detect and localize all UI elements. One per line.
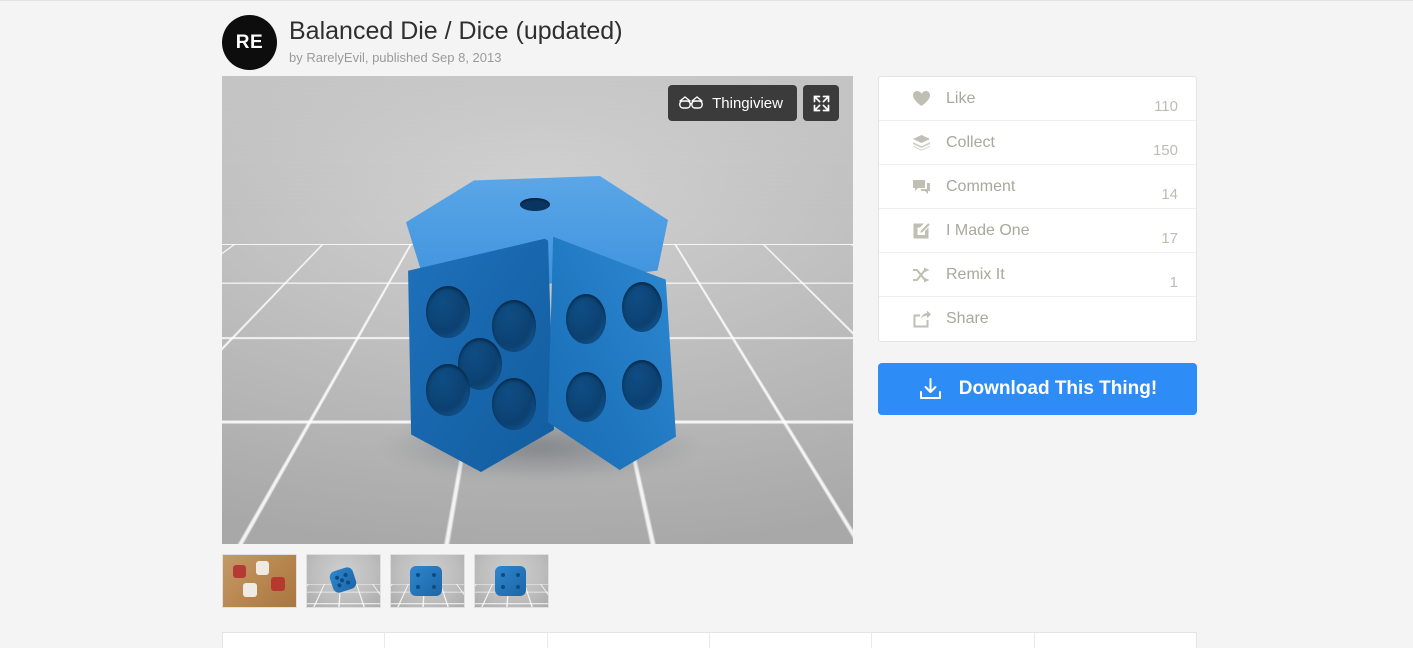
page-header: RE Balanced Die / Dice (updated) by Rare…: [222, 15, 623, 70]
avatar[interactable]: RE: [222, 15, 277, 70]
thumbnail-strip: [222, 554, 549, 608]
action-count: 14: [1161, 186, 1178, 203]
actions-card: Like 110 Collect 150 Comment 14 I Made O…: [878, 76, 1197, 342]
comment-icon: [620, 643, 636, 648]
thumbnail-printed-dice-wood[interactable]: [222, 554, 297, 608]
action-row-remix-it[interactable]: Remix It 1: [879, 253, 1196, 297]
document-icon: [291, 643, 317, 648]
comment-bubble-icon: [910, 178, 932, 195]
action-count: 150: [1152, 142, 1178, 159]
content-tab-bar: [222, 632, 1197, 648]
thing-page: RE Balanced Die / Dice (updated) by Rare…: [222, 0, 1197, 648]
thumbnail-die-tilted[interactable]: [306, 554, 381, 608]
remix-icon: [942, 643, 964, 648]
heart-icon: [910, 90, 932, 107]
die-model: [370, 176, 700, 486]
action-count: 110: [1154, 98, 1178, 115]
action-row-i-made-one[interactable]: I Made One 17: [879, 209, 1196, 253]
fullscreen-button[interactable]: [803, 85, 839, 121]
action-label: Collect: [946, 133, 995, 151]
title-block: Balanced Die / Dice (updated) by RarelyE…: [289, 15, 623, 67]
viewer-controls: Thingiview: [668, 85, 839, 121]
action-row-like[interactable]: Like 110: [879, 77, 1196, 121]
tab-thing-details[interactable]: [223, 633, 386, 648]
pencil-box-icon: [910, 222, 932, 240]
die-top-hole: [520, 198, 550, 211]
download-tray-icon: [919, 377, 941, 399]
shuffle-icon: [910, 267, 932, 283]
action-count: 17: [1161, 230, 1178, 247]
collect-layers-icon: [910, 134, 932, 151]
3d-glasses-icon: [679, 96, 704, 109]
action-row-share[interactable]: Share: [879, 297, 1196, 341]
tab-apps[interactable]: [1035, 633, 1196, 648]
thumbnail-die-angled[interactable]: [474, 554, 549, 608]
download-button[interactable]: Download This Thing!: [878, 363, 1197, 415]
thumbnail-die-front[interactable]: [390, 554, 465, 608]
action-row-comment[interactable]: Comment 14: [879, 165, 1196, 209]
sidebar: Like 110 Collect 150 Comment 14 I Made O…: [878, 76, 1197, 415]
action-label: I Made One: [946, 221, 1030, 239]
camera-icon: [782, 643, 800, 648]
thingiview-label: Thingiview: [712, 94, 783, 112]
action-count: 1: [1169, 274, 1178, 291]
action-label: Comment: [946, 177, 1016, 195]
thingiview-button[interactable]: Thingiview: [668, 85, 797, 121]
tab-instructions[interactable]: [385, 633, 548, 648]
apps-icon: [1109, 643, 1121, 648]
tab-comments[interactable]: [548, 633, 710, 648]
die-face-left: [408, 238, 554, 472]
action-label: Remix It: [946, 265, 1005, 283]
fullscreen-expand-icon: [813, 95, 829, 111]
download-label: Download This Thing!: [958, 378, 1158, 399]
model-viewer[interactable]: Thingiview: [222, 76, 853, 544]
page-title: Balanced Die / Dice (updated): [289, 17, 623, 45]
action-label: Share: [946, 310, 989, 327]
action-label: Like: [946, 89, 976, 107]
tab-remixes[interactable]: [872, 633, 1035, 648]
action-row-collect[interactable]: Collect 150: [879, 121, 1196, 165]
list-icon: [459, 643, 473, 648]
share-arrow-icon: [910, 310, 932, 328]
tab-makes[interactable]: [710, 633, 873, 648]
byline: by RarelyEvil, published Sep 8, 2013: [289, 50, 502, 65]
